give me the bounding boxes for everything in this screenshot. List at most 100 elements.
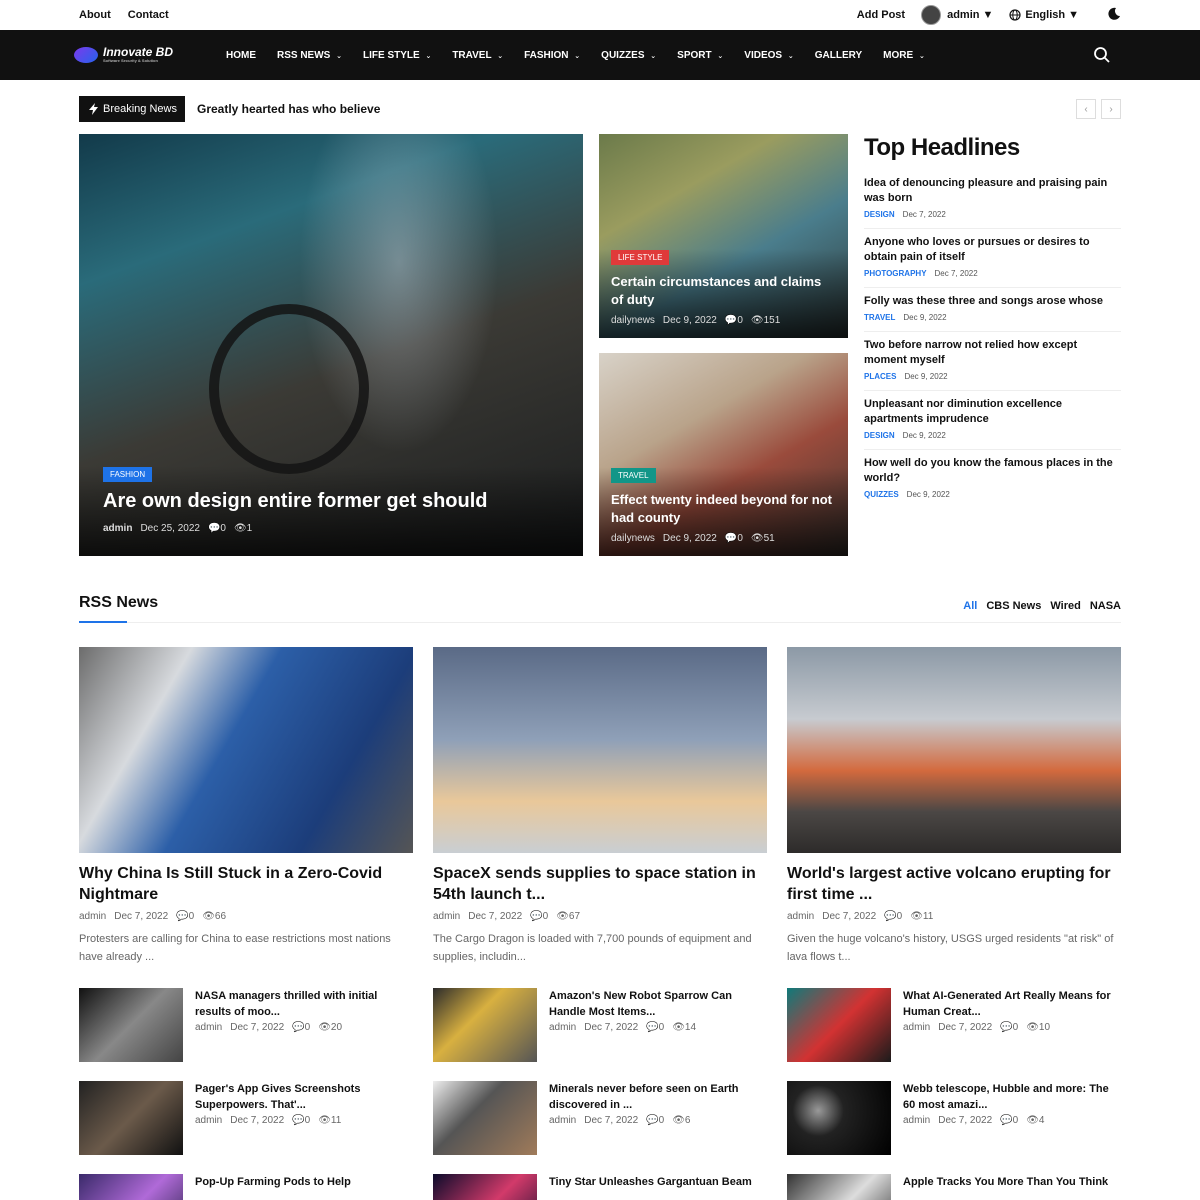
dark-mode-toggle[interactable] <box>1107 7 1121 24</box>
headline-category[interactable]: PHOTOGRAPHY <box>864 269 927 278</box>
top-headlines: Top Headlines Idea of denouncing pleasur… <box>864 134 1121 508</box>
post-title[interactable]: SpaceX sends supplies to space station i… <box>433 863 767 905</box>
headline-category[interactable]: QUIZZES <box>864 490 899 499</box>
site-logo[interactable]: Innovate BD Software Security & Solution <box>74 46 226 63</box>
headline-item[interactable]: Idea of denouncing pleasure and praising… <box>864 170 1121 229</box>
post-author[interactable]: admin <box>433 911 460 922</box>
post-author[interactable]: dailynews <box>611 315 655 326</box>
list-item-title[interactable]: Pop-Up Farming Pods to Help <box>195 1174 351 1190</box>
list-item[interactable]: Pager's App Gives Screenshots Superpower… <box>79 1081 413 1155</box>
list-item-title[interactable]: Webb telescope, Hubble and more: The 60 … <box>903 1081 1121 1113</box>
post-meta: admin Dec 25, 2022 💬0 👁1 <box>103 523 559 534</box>
list-thumbnail[interactable] <box>433 988 537 1062</box>
post-author[interactable]: admin <box>549 1115 576 1126</box>
post-meta: admin Dec 7, 2022 💬0 👁14 <box>549 1022 767 1033</box>
nav-gallery[interactable]: GALLERY <box>815 50 862 61</box>
list-item[interactable]: Webb telescope, Hubble and more: The 60 … <box>787 1081 1121 1155</box>
prev-arrow-icon[interactable]: ‹ <box>1076 99 1096 119</box>
side-post[interactable]: TRAVEL Effect twenty indeed beyond for n… <box>599 353 848 556</box>
list-thumbnail[interactable] <box>787 1081 891 1155</box>
headline-item[interactable]: Two before narrow not relied how except … <box>864 332 1121 391</box>
list-item-title[interactable]: NASA managers thrilled with initial resu… <box>195 988 413 1020</box>
tab-nasa[interactable]: NASA <box>1090 600 1121 612</box>
list-item[interactable]: Tiny Star Unleashes Gargantuan Beam <box>433 1174 767 1200</box>
nav-videos[interactable]: VIDEOS ⌄ <box>744 50 793 61</box>
headline-item[interactable]: How well do you know the famous places i… <box>864 450 1121 508</box>
featured-post-title[interactable]: Are own design entire former get should <box>103 490 559 513</box>
category-tag[interactable]: TRAVEL <box>611 468 656 483</box>
list-item[interactable]: NASA managers thrilled with initial resu… <box>79 988 413 1062</box>
list-thumbnail[interactable] <box>787 1174 891 1200</box>
post-thumbnail[interactable] <box>787 647 1121 853</box>
list-item-title[interactable]: Pager's App Gives Screenshots Superpower… <box>195 1081 413 1113</box>
chevron-down-icon: ⌄ <box>650 52 657 60</box>
headline-category[interactable]: DESIGN <box>864 210 895 219</box>
headline-item[interactable]: Folly was these three and songs arose wh… <box>864 288 1121 332</box>
featured-post[interactable]: FASHION Are own design entire former get… <box>79 134 583 556</box>
category-tag[interactable]: LIFE STYLE <box>611 250 670 265</box>
chevron-down-icon: ⌄ <box>717 52 724 60</box>
nav-travel[interactable]: TRAVEL ⌄ <box>452 50 503 61</box>
list-item[interactable]: Apple Tracks You More Than You Think <box>787 1174 1121 1200</box>
nav-home[interactable]: HOME <box>226 50 256 61</box>
nav-more[interactable]: MORE ⌄ <box>883 50 925 61</box>
about-link[interactable]: About <box>79 9 111 21</box>
side-post-title[interactable]: Effect twenty indeed beyond for not had … <box>611 491 836 527</box>
list-item[interactable]: Pop-Up Farming Pods to Help <box>79 1174 413 1200</box>
contact-link[interactable]: Contact <box>128 9 169 21</box>
add-post-link[interactable]: Add Post <box>857 9 905 21</box>
post-author[interactable]: admin <box>903 1022 930 1033</box>
headline-category[interactable]: TRAVEL <box>864 313 895 322</box>
side-post-title[interactable]: Certain circumstances and claims of duty <box>611 273 836 309</box>
list-thumbnail[interactable] <box>433 1081 537 1155</box>
nav-fashion[interactable]: FASHION ⌄ <box>524 50 580 61</box>
list-item[interactable]: Amazon's New Robot Sparrow Can Handle Mo… <box>433 988 767 1062</box>
list-thumbnail[interactable] <box>79 1174 183 1200</box>
comment-icon: 💬 <box>884 911 897 922</box>
headline-category[interactable]: PLACES <box>864 372 896 381</box>
tab-all[interactable]: All <box>963 600 977 612</box>
post-author[interactable]: admin <box>79 911 106 922</box>
nav-life-style[interactable]: LIFE STYLE ⌄ <box>363 50 431 61</box>
post-author[interactable]: dailynews <box>611 533 655 544</box>
post-author[interactable]: admin <box>103 523 132 534</box>
headline-category[interactable]: DESIGN <box>864 431 895 440</box>
post-author[interactable]: admin <box>195 1022 222 1033</box>
search-icon[interactable] <box>1093 46 1111 64</box>
tab-cbs-news[interactable]: CBS News <box>986 600 1041 612</box>
list-item[interactable]: What AI-Generated Art Really Means for H… <box>787 988 1121 1062</box>
list-item-title[interactable]: What AI-Generated Art Really Means for H… <box>903 988 1121 1020</box>
post-title[interactable]: World's largest active volcano erupting … <box>787 863 1121 905</box>
list-thumbnail[interactable] <box>433 1174 537 1200</box>
breaking-news-text[interactable]: Greatly hearted has who believe <box>197 102 380 116</box>
headline-item[interactable]: Unpleasant nor diminution excellence apa… <box>864 391 1121 450</box>
list-item-title[interactable]: Apple Tracks You More Than You Think <box>903 1174 1108 1190</box>
post-thumbnail[interactable] <box>433 647 767 853</box>
post-meta: admin Dec 7, 2022 💬0 👁20 <box>195 1022 413 1033</box>
next-arrow-icon[interactable]: › <box>1101 99 1121 119</box>
list-item-title[interactable]: Minerals never before seen on Earth disc… <box>549 1081 767 1113</box>
list-item[interactable]: Minerals never before seen on Earth disc… <box>433 1081 767 1155</box>
post-author[interactable]: admin <box>195 1115 222 1126</box>
list-thumbnail[interactable] <box>79 1081 183 1155</box>
post-thumbnail[interactable] <box>79 647 413 853</box>
view-count: 👁20 <box>318 1022 343 1033</box>
list-thumbnail[interactable] <box>787 988 891 1062</box>
list-item-title[interactable]: Amazon's New Robot Sparrow Can Handle Mo… <box>549 988 767 1020</box>
list-item-title[interactable]: Tiny Star Unleashes Gargantuan Beam <box>549 1174 752 1190</box>
post-title[interactable]: Why China Is Still Stuck in a Zero-Covid… <box>79 863 413 905</box>
headline-date: Dec 7, 2022 <box>902 210 946 219</box>
side-post[interactable]: LIFE STYLE Certain circumstances and cla… <box>599 134 848 338</box>
nav-rss-news[interactable]: RSS NEWS ⌄ <box>277 50 342 61</box>
nav-sport[interactable]: SPORT ⌄ <box>677 50 723 61</box>
nav-quizzes[interactable]: QUIZZES ⌄ <box>601 50 656 61</box>
tab-wired[interactable]: Wired <box>1050 600 1080 612</box>
post-author[interactable]: admin <box>903 1115 930 1126</box>
user-menu[interactable]: admin ▼ <box>921 5 993 25</box>
headline-item[interactable]: Anyone who loves or pursues or desires t… <box>864 229 1121 288</box>
list-thumbnail[interactable] <box>79 988 183 1062</box>
category-tag[interactable]: FASHION <box>103 467 153 482</box>
post-author[interactable]: admin <box>787 911 814 922</box>
post-author[interactable]: admin <box>549 1022 576 1033</box>
language-menu[interactable]: English ▼ <box>1009 9 1079 21</box>
